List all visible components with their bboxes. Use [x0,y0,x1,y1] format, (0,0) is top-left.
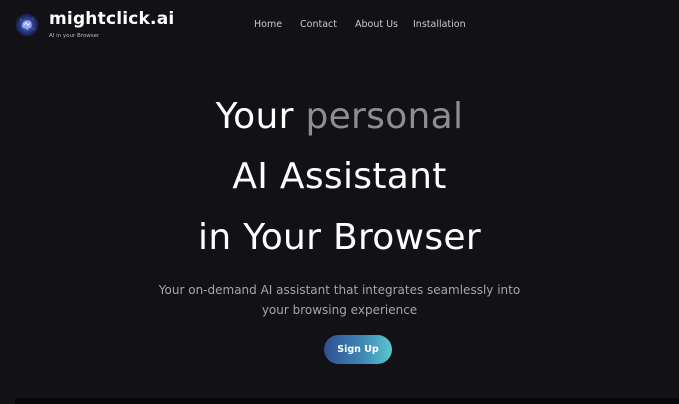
hero-subtitle-line-2: your browsing experience [261,303,418,317]
hero-heading-accent: personal [305,96,464,137]
hero-heading-line-2: AI Assistant [232,156,447,197]
page-bottom-edge [15,398,679,404]
main-nav: Home Contact About Us Installation [0,19,679,33]
hero-heading-line-3: in Your Browser [198,217,481,258]
landing-page: mightclick.ai AI in your Browser Home Co… [0,0,679,404]
hero-heading-prefix: Your [215,96,306,137]
nav-link-installation[interactable]: Installation [413,19,466,30]
site-header: mightclick.ai AI in your Browser Home Co… [0,0,679,50]
nav-link-home[interactable]: Home [254,19,282,30]
brand-tagline: AI in your Browser [49,33,100,39]
sign-up-button[interactable]: Sign Up [324,335,392,364]
hero-subtitle-line-1: Your on-demand AI assistant that integra… [158,283,521,297]
nav-link-about-us[interactable]: About Us [355,19,398,30]
nav-link-contact[interactable]: Contact [300,19,337,30]
hero-heading-line-1: Your personal [0,96,679,137]
